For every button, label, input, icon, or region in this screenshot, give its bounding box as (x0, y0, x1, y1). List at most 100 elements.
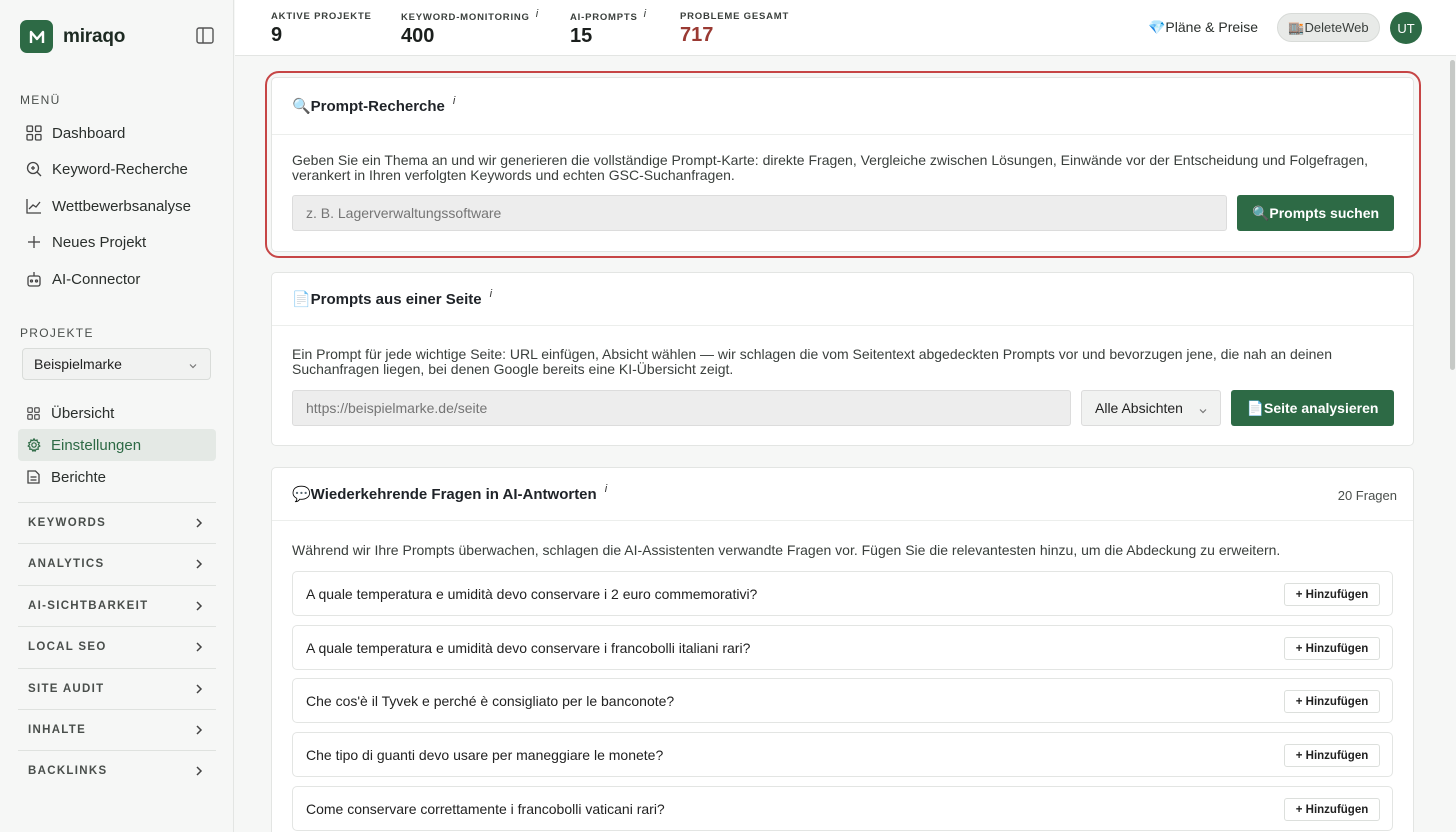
info-icon[interactable]: i (605, 483, 607, 495)
gear-icon (26, 438, 41, 453)
question-row: Che tipo di guanti devo usare per manegg… (292, 732, 1393, 777)
sidebar-item-settings[interactable]: Einstellungen (18, 429, 216, 461)
stat-keyword-monitoring: KEYWORD-MONITORING i 400 (401, 8, 539, 48)
grid-icon (26, 406, 41, 421)
sidebar-item-label: Einstellungen (51, 436, 142, 454)
stat-label: AKTIVE PROJEKTE (271, 11, 372, 22)
stat-value: 15 (570, 25, 593, 47)
brand[interactable]: miraqo (20, 20, 125, 53)
topbar: AKTIVE PROJEKTE 9 KEYWORD-MONITORING i 40… (235, 0, 1456, 56)
sidebar-item-new-project[interactable]: Neues Projekt (18, 226, 216, 258)
card-title: 💬Wiederkehrende Fragen in AI-Antworten (292, 486, 597, 503)
intent-select-value: Alle Absichten (1095, 400, 1183, 416)
question-text: Che cos'è il Tyvek e perché è consigliat… (306, 692, 675, 709)
robot-icon (25, 271, 42, 288)
card-header: 📄Prompts aus einer Seite i (272, 273, 1413, 326)
sidebar-item-ai-connector[interactable]: AI-Connector (18, 263, 216, 295)
sidebar-group-label: AI-SICHTBARKEIT (28, 600, 149, 612)
sidebar-item-keyword-research[interactable]: Keyword-Recherche (18, 153, 216, 185)
intent-select[interactable]: Alle Absichten (1081, 390, 1221, 426)
stat-value: 400 (401, 25, 435, 47)
question-text: A quale temperatura e umidità devo conse… (306, 585, 758, 602)
card-title: 📄Prompts aus einer Seite (292, 291, 482, 308)
sidebar-item-label: Dashboard (52, 124, 126, 142)
sidebar-group-analytics[interactable]: ANALYTICS (18, 543, 216, 584)
chevron-down-icon (188, 358, 198, 374)
project-select[interactable]: Beispielmarke (22, 348, 211, 380)
chevron-right-icon (194, 558, 204, 573)
grid-icon (25, 125, 42, 142)
sidebar-group-label: KEYWORDS (28, 517, 107, 529)
sidebar-item-label: Übersicht (51, 404, 115, 422)
questions-count: 20 Fragen (1337, 488, 1397, 503)
stat-ai-prompts: AI-PROMPTS i 15 (570, 8, 647, 48)
sidebar-group-site-audit[interactable]: SITE AUDIT (18, 668, 216, 709)
add-question-button[interactable]: + Hinzufügen (1284, 637, 1380, 660)
sidebar-group-backlinks[interactable]: BACKLINKS (18, 750, 216, 791)
add-question-button[interactable]: + Hinzufügen (1284, 744, 1380, 767)
url-input[interactable] (292, 390, 1071, 426)
project-select-value: Beispielmarke (34, 356, 122, 372)
card-description: Während wir Ihre Prompts überwachen, sch… (292, 542, 1281, 558)
add-question-button[interactable]: + Hinzufügen (1284, 690, 1380, 713)
info-icon[interactable]: i (644, 8, 647, 20)
add-question-button[interactable]: + Hinzufügen (1284, 798, 1380, 821)
sidebar-item-overview[interactable]: Übersicht (18, 397, 216, 429)
brand-name: miraqo (63, 25, 126, 47)
search-prompts-button[interactable]: 🔍Prompts suchen (1237, 195, 1394, 231)
stat-total-issues: PROBLEME GESAMT 717 (680, 11, 789, 47)
chevron-right-icon (194, 600, 204, 615)
card-description: Ein Prompt für jede wichtige Seite: URL … (292, 346, 1332, 377)
stat-value: 9 (271, 24, 283, 46)
sidebar-toggle-icon[interactable] (196, 27, 214, 44)
logo-icon (20, 20, 53, 53)
info-icon[interactable]: i (453, 95, 455, 107)
avatar[interactable]: UT (1390, 12, 1422, 44)
page-prompts-card: 📄Prompts aus einer Seite i Ein Prompt fü… (271, 272, 1414, 446)
stat-value: 717 (680, 24, 714, 46)
sidebar-item-label: Berichte (51, 468, 107, 486)
menu-section-label: MENÜ (20, 93, 61, 107)
info-icon[interactable]: i (536, 8, 539, 20)
card-header: 💬Wiederkehrende Fragen in AI-Antworten i… (272, 468, 1413, 521)
stat-active-projects: AKTIVE PROJEKTE 9 (271, 11, 372, 47)
sidebar-group-ai-visibility[interactable]: AI-SICHTBARKEIT (18, 585, 216, 626)
chevron-right-icon (194, 765, 204, 780)
sidebar-item-reports[interactable]: Berichte (18, 461, 216, 493)
chevron-right-icon (194, 724, 204, 739)
stat-label: KEYWORD-MONITORING i (401, 8, 539, 23)
question-row: A quale temperatura e umidità devo conse… (292, 625, 1393, 670)
info-icon[interactable]: i (490, 288, 492, 300)
line-chart-icon (25, 198, 42, 215)
sidebar-item-competitor-analysis[interactable]: Wettbewerbsanalyse (18, 190, 216, 222)
sidebar-group-content[interactable]: INHALTE (18, 709, 216, 750)
topic-input[interactable] (292, 195, 1227, 231)
sidebar-group-label: SITE AUDIT (28, 683, 105, 695)
plus-icon (25, 234, 42, 251)
sidebar-group-local-seo[interactable]: LOCAL SEO (18, 626, 216, 667)
sidebar-item-label: Wettbewerbsanalyse (52, 197, 191, 215)
sidebar-group-label: ANALYTICS (28, 558, 105, 570)
scrollbar[interactable] (1450, 60, 1455, 370)
analyze-page-button[interactable]: 📄Seite analysieren (1231, 390, 1394, 426)
question-text: Come conservare correttamente i francobo… (306, 800, 665, 817)
sidebar-item-label: AI-Connector (52, 270, 141, 288)
card-description: Geben Sie ein Thema an und wir generiere… (292, 152, 1369, 183)
chevron-right-icon (194, 641, 204, 656)
plans-pricing-link[interactable]: 💎Pläne & Preise (1148, 19, 1258, 36)
document-icon (26, 470, 41, 485)
projects-section-label: PROJEKTE (20, 326, 94, 340)
sidebar-item-dashboard[interactable]: Dashboard (18, 117, 216, 149)
card-title: 🔍Prompt-Recherche (292, 98, 445, 115)
sidebar-group-keywords[interactable]: KEYWORDS (18, 502, 216, 543)
stat-label: PROBLEME GESAMT (680, 11, 790, 22)
card-header: 🔍Prompt-Recherche i (272, 78, 1413, 135)
question-row: Che cos'è il Tyvek e perché è consigliat… (292, 678, 1393, 723)
add-question-button[interactable]: + Hinzufügen (1284, 583, 1380, 606)
recurring-questions-card: 💬Wiederkehrende Fragen in AI-Antworten i… (271, 467, 1414, 832)
sidebar-group-label: BACKLINKS (28, 765, 108, 777)
chevron-down-icon (1198, 403, 1208, 419)
account-button[interactable]: 🏬DeleteWeb (1277, 13, 1380, 42)
stat-label: AI-PROMPTS i (570, 8, 647, 23)
sidebar-item-label: Neues Projekt (52, 233, 147, 251)
